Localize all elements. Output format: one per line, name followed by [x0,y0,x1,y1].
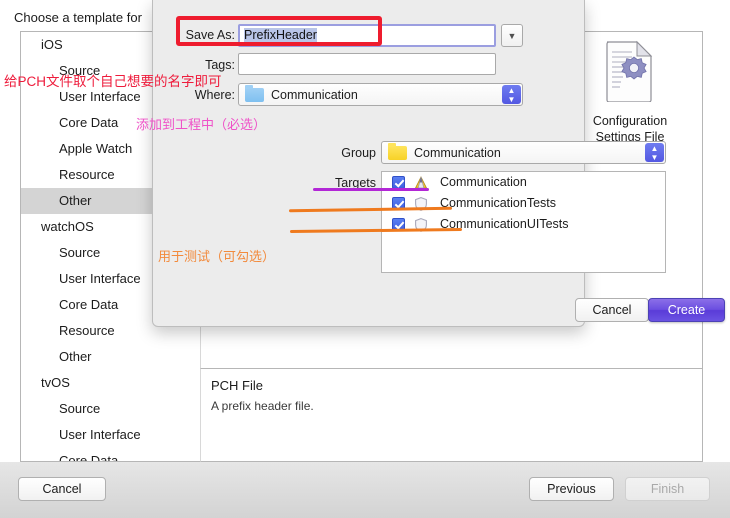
target-row[interactable]: CommunicationTests [382,193,665,214]
description-title: PCH File [211,378,264,393]
app-root: Choose a template for iOS Source User Inte… [0,0,730,518]
group-value: Communication [414,146,501,160]
up-down-chevron-icon: ▲ ▼ [502,85,521,104]
sidebar-item-tvos[interactable]: tvOS [21,370,200,396]
sidebar-item-label: Core Data [59,115,119,130]
sidebar-item-label: Core Data [59,453,119,462]
description-body: A prefix header file. [211,399,314,413]
save-as-label: Save As: [185,28,235,42]
sidebar-item-label: Other [59,349,92,364]
sidebar-item-label: Resource [59,167,115,182]
targets-list[interactable]: Communication CommunicationTests Communica… [381,171,666,273]
sidebar-item-other[interactable]: Other [21,344,200,370]
group-popup-button[interactable]: Communication ▲ ▼ [381,141,666,164]
sidebar-item-label: User Interface [59,271,141,286]
where-label: Where: [194,88,235,102]
previous-button[interactable]: Previous [529,477,614,501]
finish-button: Finish [625,477,710,501]
sidebar-item-label: User Interface [59,427,141,442]
target-row-label: Communication [440,175,527,189]
annotation-purple-underline [313,188,429,191]
save-as-input[interactable]: PrefixHeader [238,24,496,47]
sidebar-item-user-interface[interactable]: User Interface [21,422,200,448]
up-down-chevron-icon: ▲ ▼ [645,143,664,162]
target-row-label: CommunicationTests [440,196,557,210]
annotation-orange-text: 用于测试（可勾选） [158,249,276,264]
sidebar-item-label: Resource [59,323,115,338]
sidebar-item-label: tvOS [41,375,70,390]
create-button[interactable]: Create [648,298,725,322]
group-label: Group [341,146,376,160]
yellow-folder-icon [388,143,407,160]
sidebar-item-label: iOS [41,37,63,52]
cancel-button[interactable]: Cancel [18,477,106,501]
annotation-red-text: 给PCH文件取个自己想要的名字即可 [4,74,222,89]
save-sheet-dialog: Save As: PrefixHeader ▼ Tags: Where: Com… [152,0,725,327]
sidebar-item-core-data[interactable]: Core Data [21,448,200,462]
target-row[interactable]: CommunicationUITests [382,214,665,235]
window-footer [0,462,730,518]
sidebar-item-label: Other [59,193,92,208]
where-popup-button[interactable]: Communication ▲ ▼ [238,83,523,106]
sidebar-item-label: Core Data [59,297,119,312]
where-value: Communication [271,88,358,102]
sheet-cancel-button[interactable]: Cancel [575,298,649,322]
sidebar-item-label: User Interface [59,89,141,104]
chevron-down-icon[interactable]: ▼ [501,24,523,47]
sidebar-item-label: Source [59,401,101,416]
blue-folder-icon [245,85,264,102]
sidebar-item-label: Source [59,245,101,260]
annotation-magenta-text: 添加到工程中（必选） [136,117,267,132]
template-description-pane: PCH File A prefix header file. [200,369,703,462]
template-tile-configuration-settings-file[interactable]: Configuration Settings File [570,40,690,145]
document-gear-icon [570,40,690,107]
page-title: Choose a template for [14,10,142,25]
save-as-value: PrefixHeader [244,28,317,42]
sidebar-item-label: Apple Watch [59,141,133,156]
tags-input[interactable] [238,53,496,75]
sidebar-item-label: watchOS [41,219,94,234]
sidebar-item-source[interactable]: Source [21,396,200,422]
